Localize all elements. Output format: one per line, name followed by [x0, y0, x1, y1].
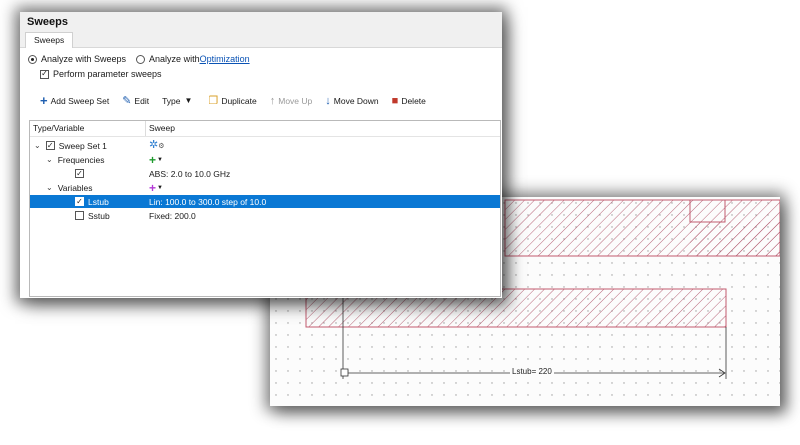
frequency-checkbox[interactable]: ✓	[75, 169, 84, 178]
analyze-sweeps-radio[interactable]	[28, 54, 37, 64]
add-variable-icon[interactable]: +	[149, 181, 156, 195]
arrow-up-icon: ↑	[269, 95, 276, 107]
frequency-value: ABS: 2.0 to 10.0 GHz	[149, 168, 231, 179]
type-dropdown-button[interactable]: Type ▼	[162, 96, 195, 106]
chevron-down-icon[interactable]: ⌄	[46, 183, 53, 192]
col-type-variable[interactable]: Type/Variable	[33, 123, 84, 133]
tree-row[interactable]: Sstub Fixed: 200.0	[30, 209, 500, 222]
sstub-value: Fixed: 200.0	[149, 210, 196, 221]
sweep-settings-icon[interactable]: ✲	[149, 140, 158, 151]
duplicate-button[interactable]: ❐ Duplicate	[208, 95, 257, 107]
analyze-options: Analyze with Sweeps Analyze with Optimiz…	[28, 54, 250, 64]
sstub-checkbox[interactable]	[75, 211, 84, 220]
perform-sweeps-label[interactable]: Perform parameter sweeps	[53, 69, 162, 79]
caret-down-icon[interactable]: ▼	[157, 185, 163, 191]
delete-button[interactable]: ■ Delete	[391, 95, 426, 107]
add-sweep-set-button[interactable]: + Add Sweep Set	[40, 93, 110, 108]
tree-row[interactable]: ✓ ABS: 2.0 to 10.0 GHz	[30, 167, 500, 180]
sweeps-toolbar: + Add Sweep Set ✎ Edit Type ▼ ❐ Duplicat…	[40, 93, 439, 108]
pencil-icon: ✎	[122, 95, 132, 107]
col-sweep[interactable]: Sweep	[149, 123, 175, 133]
chevron-down-icon[interactable]: ⌄	[46, 155, 53, 164]
perform-sweeps-checkbox[interactable]: ✓	[40, 69, 49, 79]
sweep-tree[interactable]: Type/Variable Sweep ⌄ ✓ Sweep Set 1 ✲ ⚙ …	[29, 120, 501, 297]
optimization-link[interactable]: Optimization	[200, 54, 250, 64]
sweeps-dialog: Sweeps Sweeps Analyze with Sweeps Analyz…	[20, 12, 502, 298]
sstub-label: Sstub	[88, 210, 110, 221]
plus-icon: +	[40, 93, 48, 108]
caret-down-icon: ▼	[184, 96, 193, 105]
dimension-label: Lstub= 220	[510, 367, 554, 376]
duplicate-icon: ❐	[208, 95, 219, 107]
lstub-label: Lstub	[88, 196, 109, 207]
tree-header: Type/Variable Sweep	[30, 121, 500, 137]
tab-bar: Sweeps	[20, 32, 502, 48]
chevron-down-icon[interactable]: ⌄	[34, 141, 41, 150]
analyze-optimization-label[interactable]: Analyze with	[149, 54, 200, 64]
add-sweep-set-label: Add Sweep Set	[50, 96, 110, 106]
move-down-button[interactable]: ↓ Move Down	[325, 95, 379, 107]
edit-button[interactable]: ✎ Edit	[122, 95, 150, 107]
analyze-optimization-radio[interactable]	[136, 54, 146, 64]
move-down-label: Move Down	[333, 96, 379, 106]
dimension-handle[interactable]	[340, 368, 349, 377]
sweep-set-checkbox[interactable]: ✓	[45, 141, 55, 150]
frequencies-label: Frequencies	[57, 154, 105, 165]
trace-notch-hatch	[690, 200, 725, 222]
tree-row[interactable]: ⌄ Variables + ▼	[30, 181, 500, 195]
gear-icon: ⚙	[158, 142, 165, 150]
caret-down-icon[interactable]: ▼	[157, 157, 163, 163]
perform-sweeps-row: ✓ Perform parameter sweeps	[40, 69, 162, 79]
lstub-value: Lin: 100.0 to 300.0 step of 10.0	[149, 196, 267, 207]
type-label: Type	[162, 96, 181, 106]
add-frequency-icon[interactable]: +	[149, 153, 156, 167]
lstub-checkbox[interactable]: ✓	[75, 197, 84, 206]
tree-row[interactable]: ⌄ Frequencies + ▼	[30, 153, 500, 167]
tab-sweeps[interactable]: Sweeps	[25, 32, 74, 48]
column-divider[interactable]	[145, 121, 146, 136]
analyze-sweeps-label[interactable]: Analyze with Sweeps	[41, 54, 126, 64]
tree-row-selected[interactable]: ✓ Lstub Lin: 100.0 to 300.0 step of 10.0	[30, 195, 500, 208]
edit-label: Edit	[134, 96, 150, 106]
tree-row[interactable]: ⌄ ✓ Sweep Set 1 ✲ ⚙	[30, 139, 500, 152]
trash-icon: ■	[391, 95, 399, 107]
delete-label: Delete	[401, 96, 426, 106]
sweep-set-label: Sweep Set 1	[58, 140, 107, 151]
move-up-label: Move Up	[278, 96, 313, 106]
duplicate-label: Duplicate	[221, 96, 257, 106]
trace-top-right	[690, 222, 780, 256]
variables-label: Variables	[57, 182, 93, 193]
move-up-button[interactable]: ↑ Move Up	[269, 95, 313, 107]
arrow-down-icon: ↓	[325, 95, 331, 107]
dialog-title: Sweeps	[20, 12, 502, 32]
